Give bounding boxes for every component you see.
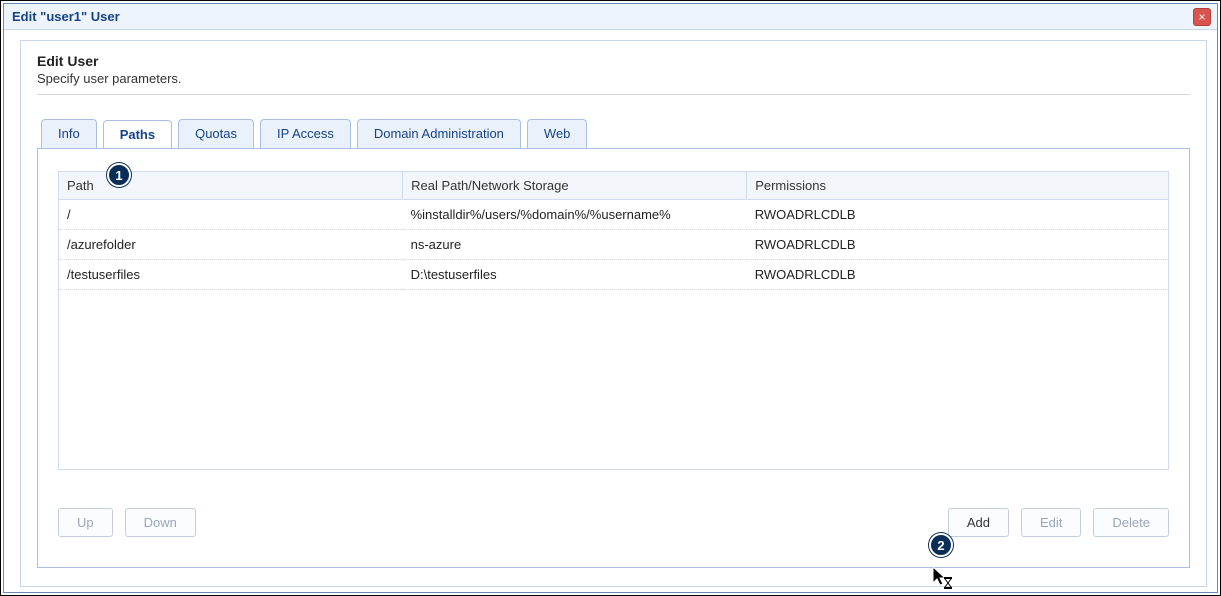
tab-quotas[interactable]: Quotas bbox=[178, 119, 254, 148]
edit-button[interactable]: Edit bbox=[1021, 508, 1081, 537]
tab-paths[interactable]: Paths bbox=[103, 120, 172, 149]
cell-path: /testuserfiles bbox=[59, 260, 403, 290]
table-row[interactable]: /testuserfiles D:\testuserfiles RWOADRLC… bbox=[59, 260, 1169, 290]
tab-web[interactable]: Web bbox=[527, 119, 588, 148]
content-panel: Edit User Specify user parameters. Info … bbox=[20, 40, 1207, 587]
cell-real: ns-azure bbox=[403, 230, 747, 260]
tab-ip-access[interactable]: IP Access bbox=[260, 119, 351, 148]
up-button[interactable]: Up bbox=[58, 508, 113, 537]
close-icon[interactable]: × bbox=[1193, 8, 1211, 26]
table-row[interactable]: /azurefolder ns-azure RWOADRLCDLB bbox=[59, 230, 1169, 260]
table-empty-space bbox=[59, 290, 1169, 470]
table-row[interactable]: / %installdir%/users/%domain%/%username%… bbox=[59, 200, 1169, 230]
table-header-row: Path Real Path/Network Storage Permissio… bbox=[59, 172, 1169, 200]
button-row: Up Down Add Edit Delete bbox=[58, 508, 1169, 537]
cell-perm: RWOADRLCDLB bbox=[747, 260, 1169, 290]
cursor-icon bbox=[933, 567, 955, 592]
dialog-window: Edit "user1" User × Edit User Specify us… bbox=[3, 3, 1218, 593]
tabstrip: Info Paths Quotas IP Access Domain Admin… bbox=[41, 119, 1190, 148]
cell-perm: RWOADRLCDLB bbox=[747, 230, 1169, 260]
tab-info[interactable]: Info bbox=[41, 119, 97, 148]
col-perm[interactable]: Permissions bbox=[747, 172, 1169, 200]
divider bbox=[37, 94, 1190, 95]
tab-domain-admin[interactable]: Domain Administration bbox=[357, 119, 521, 148]
tab-body-paths: Path Real Path/Network Storage Permissio… bbox=[37, 148, 1190, 568]
cell-perm: RWOADRLCDLB bbox=[747, 200, 1169, 230]
delete-button[interactable]: Delete bbox=[1093, 508, 1169, 537]
scroll-area[interactable]: Edit User Specify user parameters. Info … bbox=[4, 30, 1217, 592]
cell-real: %installdir%/users/%domain%/%username% bbox=[403, 200, 747, 230]
add-button[interactable]: Add bbox=[948, 508, 1009, 537]
window-title: Edit "user1" User bbox=[12, 9, 120, 24]
page-title: Edit User bbox=[37, 53, 1190, 69]
paths-table: Path Real Path/Network Storage Permissio… bbox=[58, 171, 1169, 470]
cell-path: /azurefolder bbox=[59, 230, 403, 260]
titlebar: Edit "user1" User × bbox=[4, 4, 1217, 30]
down-button[interactable]: Down bbox=[125, 508, 196, 537]
col-path[interactable]: Path bbox=[59, 172, 403, 200]
cell-path: / bbox=[59, 200, 403, 230]
col-real[interactable]: Real Path/Network Storage bbox=[403, 172, 747, 200]
cell-real: D:\testuserfiles bbox=[403, 260, 747, 290]
page-subtitle: Specify user parameters. bbox=[37, 71, 1190, 86]
